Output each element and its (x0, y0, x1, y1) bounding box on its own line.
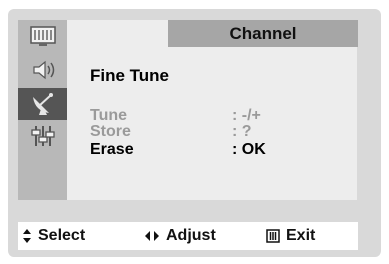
speaker-icon (32, 60, 54, 80)
sidebar-item-sound[interactable] (18, 54, 67, 86)
menu-icon (266, 229, 280, 243)
menu-item-store-value: : ? (232, 123, 252, 140)
picture-icon (29, 26, 56, 46)
up-down-arrows-icon (23, 229, 31, 243)
help-adjust: Adjust (144, 222, 216, 250)
left-right-arrows-icon (145, 231, 159, 241)
equalizer-icon (30, 126, 55, 146)
help-exit: Exit (266, 222, 315, 250)
sidebar (18, 20, 67, 200)
satellite-dish-icon (32, 93, 53, 115)
menu-item-erase-label[interactable]: Erase (90, 141, 134, 158)
menu-item-store-label[interactable]: Store (90, 123, 131, 140)
menu-item-tune-label[interactable]: Tune (90, 107, 127, 124)
help-bar: Select Adjust Exit (18, 222, 358, 250)
menu-item-erase-value: : OK (232, 141, 266, 158)
help-select-label: Select (38, 227, 86, 244)
menu-title: Channel (168, 20, 358, 47)
help-select: Select (22, 222, 85, 250)
sidebar-item-setup[interactable] (18, 120, 67, 152)
menu-item-tune-value: : -/+ (232, 107, 261, 124)
help-adjust-label: Adjust (166, 227, 216, 244)
sidebar-item-picture[interactable] (18, 20, 67, 52)
help-exit-label: Exit (286, 227, 316, 244)
sidebar-item-channel[interactable] (18, 88, 67, 120)
submenu-heading: Fine Tune (90, 66, 170, 85)
